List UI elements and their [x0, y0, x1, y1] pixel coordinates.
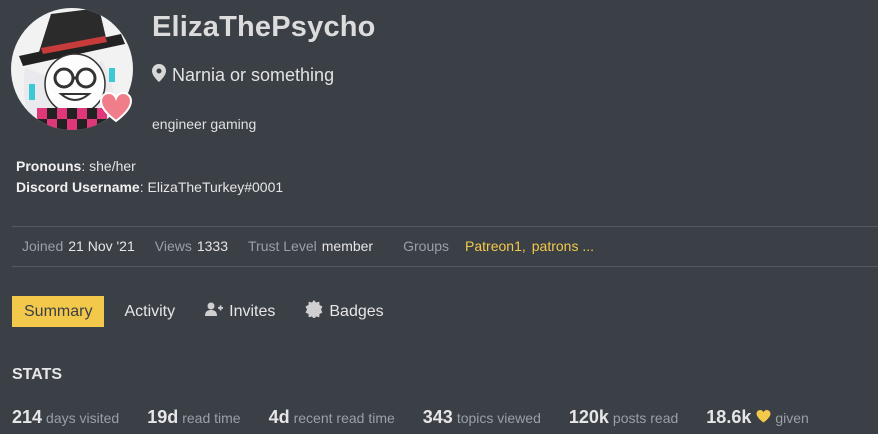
discord-value: ElizaTheTurkey#0001 [147, 179, 284, 195]
stat-value: 120k [568, 407, 609, 427]
groups-label: Groups [403, 238, 450, 254]
stat-topics-viewed: 343 topics viewed [423, 407, 541, 428]
group-link-patreon1[interactable]: Patreon1, [465, 238, 526, 254]
stat-days-visited: 214 days visited [12, 407, 119, 428]
tab-summary-label: Summary [24, 302, 93, 320]
profile-meta: Joined 21 Nov '21 Views 1333 Trust Level… [22, 238, 594, 254]
stat-likes-given: 18.6k given [706, 407, 809, 428]
trust-label: Trust Level [248, 238, 317, 254]
tab-badges[interactable]: Badges [293, 296, 395, 327]
pronouns-field: Pronouns: she/her [16, 158, 136, 174]
views-value: 1333 [196, 238, 229, 254]
stats-row: 214 days visited 19d read time 4d recent… [12, 407, 809, 428]
map-marker-icon [152, 64, 166, 87]
stat-label: posts read [612, 410, 679, 426]
stat-recent-read-time: 4d recent read time [269, 407, 395, 428]
stat-label: read time [182, 410, 241, 426]
group-link-patrons[interactable]: patrons ... [532, 238, 594, 254]
pronouns-value: she/her [89, 158, 136, 174]
stat-posts-read: 120k posts read [569, 407, 678, 428]
trust-value: member [321, 238, 374, 254]
pronouns-label: Pronouns [16, 158, 82, 174]
stat-value: 18.6k [706, 407, 752, 427]
profile-tabs: Summary Activity Invites Badges [12, 296, 396, 327]
stats-heading: STATS [12, 366, 63, 383]
stat-read-time: 19d read time [147, 407, 240, 428]
username: ElizaThePsycho [152, 11, 376, 43]
bio: engineer gaming [152, 116, 257, 132]
divider [12, 266, 878, 267]
stat-label: given [775, 410, 809, 426]
views-label: Views [154, 238, 192, 254]
location-text: Narnia or something [172, 65, 335, 85]
stat-value: 4d [268, 407, 290, 427]
discord-field: Discord Username: ElizaTheTurkey#0001 [16, 179, 284, 195]
joined-label: Joined [22, 238, 64, 254]
joined-value: 21 Nov '21 [68, 238, 135, 254]
stat-label: recent read time [293, 410, 395, 426]
discord-label: Discord Username [16, 179, 140, 195]
heart-icon [756, 410, 771, 428]
divider [12, 226, 878, 227]
stat-value: 214 [12, 407, 43, 427]
stat-value: 19d [147, 407, 179, 427]
heart-badge-icon [99, 91, 133, 124]
tab-badges-label: Badges [329, 302, 384, 320]
tab-activity-label: Activity [124, 302, 176, 320]
stat-value: 343 [422, 407, 453, 427]
tab-invites[interactable]: Invites [193, 296, 287, 327]
stat-label: days visited [46, 410, 120, 426]
tab-summary[interactable]: Summary [12, 296, 105, 327]
user-plus-icon [205, 302, 224, 321]
badge-icon [305, 300, 323, 323]
tab-invites-label: Invites [229, 302, 276, 320]
location: Narnia or something [152, 64, 334, 87]
stat-label: topics viewed [456, 410, 541, 426]
tab-activity[interactable]: Activity [112, 296, 187, 327]
